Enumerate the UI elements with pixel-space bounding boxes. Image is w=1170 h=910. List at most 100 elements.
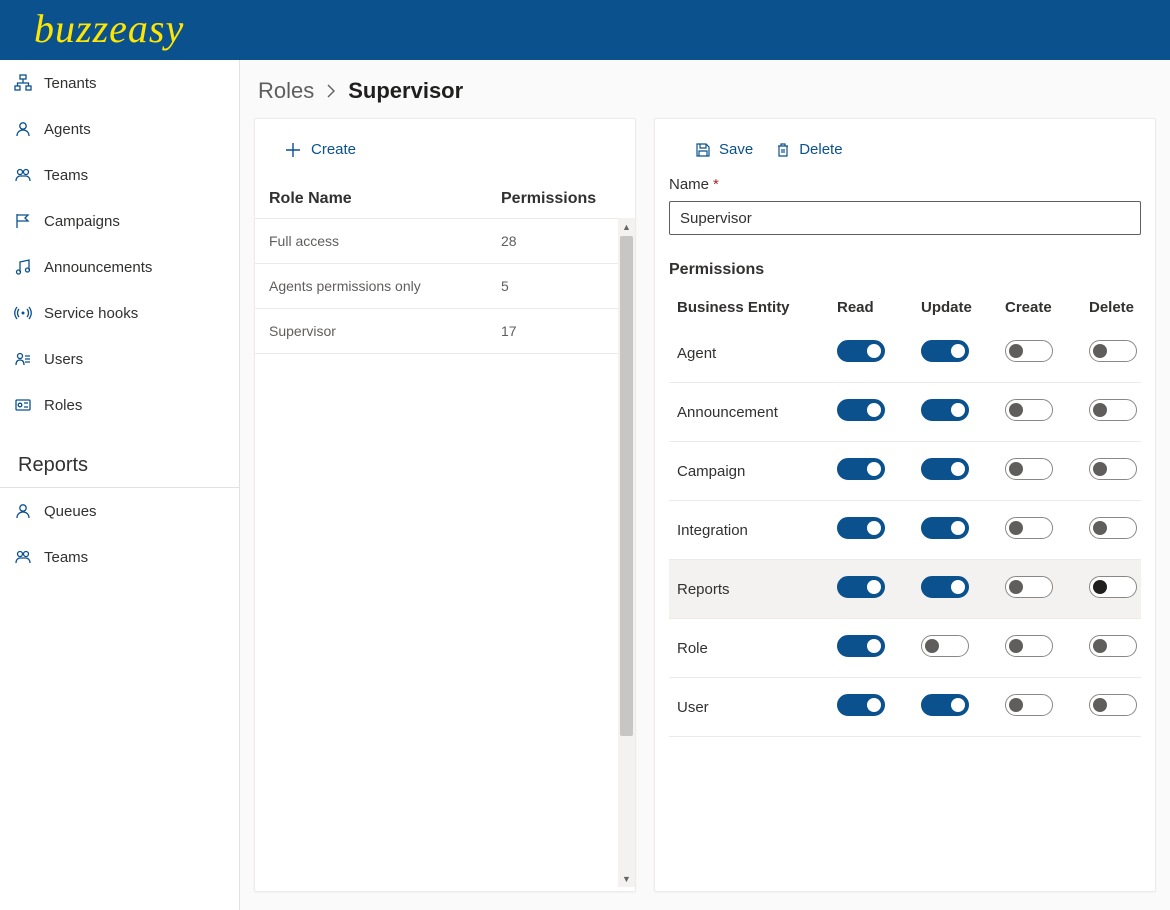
permission-toggle[interactable] [1005,458,1053,480]
nav-label: Agents [44,121,91,138]
team-icon [14,548,32,566]
required-asterisk: * [713,176,719,193]
permission-row: Agent [669,324,1141,383]
nav-label: Queues [44,503,97,520]
permissions-title: Permissions [669,261,1141,279]
roles-list-panel: Create Role Name Permissions Full access… [254,118,636,892]
sitemap-icon [14,74,32,92]
create-button[interactable]: Create [255,119,635,180]
permission-toggle[interactable] [1005,517,1053,539]
permission-toggle[interactable] [1089,635,1137,657]
brand-logo: buzzeasy [34,5,184,52]
sidebar-item-users[interactable]: Users [0,336,239,382]
sidebar-report-item-teams[interactable]: Teams [0,534,239,580]
create-label: Create [311,141,356,158]
nav-label: Campaigns [44,213,120,230]
chevron-right-icon [326,84,336,98]
role-name: Agents permissions only [269,278,501,294]
name-field-label: Name [669,176,709,193]
nav-label: Tenants [44,75,97,92]
breadcrumb-root[interactable]: Roles [258,78,314,104]
role-perm-count: 28 [501,233,621,249]
permission-toggle[interactable] [921,340,969,362]
column-create: Create [1005,299,1089,316]
scroll-thumb[interactable] [620,236,633,736]
column-delete: Delete [1089,299,1156,316]
nav-label: Service hooks [44,305,138,322]
save-icon [695,142,711,158]
sidebar-report-item-queues[interactable]: Queues [0,488,239,534]
broadcast-icon [14,304,32,322]
permission-toggle[interactable] [1005,694,1053,716]
permission-toggle[interactable] [837,399,885,421]
permission-toggle[interactable] [837,517,885,539]
permission-toggle[interactable] [837,576,885,598]
role-row[interactable]: Supervisor17 [255,308,635,354]
permission-toggle[interactable] [1089,458,1137,480]
column-read: Read [837,299,921,316]
permission-toggle[interactable] [921,694,969,716]
role-perm-count: 17 [501,323,621,339]
permission-toggle[interactable] [837,635,885,657]
sidebar-item-announcements[interactable]: Announcements [0,244,239,290]
permission-toggle[interactable] [921,635,969,657]
roles-scrollbar[interactable]: ▲ ▼ [618,218,635,887]
column-permissions: Permissions [501,190,621,208]
role-icon [14,396,32,414]
role-name: Full access [269,233,501,249]
top-bar: buzzeasy [0,0,1170,60]
role-row[interactable]: Full access28 [255,218,635,263]
column-update: Update [921,299,1005,316]
nav-label: Teams [44,167,88,184]
permission-toggle[interactable] [1089,517,1137,539]
permission-toggle[interactable] [1089,576,1137,598]
permission-toggle[interactable] [837,340,885,362]
breadcrumb-current: Supervisor [348,78,463,104]
save-button[interactable]: Save [695,141,753,158]
flag-icon [14,212,32,230]
permission-toggle[interactable] [921,576,969,598]
role-detail-panel: Save Delete Name * Permissi [654,118,1156,892]
permission-toggle[interactable] [1089,340,1137,362]
permission-toggle[interactable] [837,694,885,716]
sidebar-item-agents[interactable]: Agents [0,106,239,152]
permission-row: Campaign [669,442,1141,501]
permission-toggle[interactable] [1005,340,1053,362]
sidebar-item-teams[interactable]: Teams [0,152,239,198]
role-name: Supervisor [269,323,501,339]
permission-toggle[interactable] [1089,694,1137,716]
scroll-down-icon[interactable]: ▼ [618,870,635,887]
permission-toggle[interactable] [1005,576,1053,598]
entity-name: User [677,699,837,716]
sidebar: Tenants Agents Teams Campaigns Announcements… [0,60,240,910]
permission-row: User [669,678,1141,737]
entity-name: Role [677,640,837,657]
nav-label: Roles [44,397,82,414]
entity-name: Campaign [677,463,837,480]
entity-name: Agent [677,345,837,362]
sidebar-item-service-hooks[interactable]: Service hooks [0,290,239,336]
scroll-up-icon[interactable]: ▲ [618,218,635,235]
column-entity: Business Entity [677,299,837,316]
plus-icon [285,142,301,158]
save-label: Save [719,141,753,158]
nav-label: Teams [44,549,88,566]
permission-toggle[interactable] [1089,399,1137,421]
sidebar-item-campaigns[interactable]: Campaigns [0,198,239,244]
nav-label: Users [44,351,83,368]
music-icon [14,258,32,276]
permission-toggle[interactable] [837,458,885,480]
name-input[interactable] [669,201,1141,235]
sidebar-item-tenants[interactable]: Tenants [0,60,239,106]
breadcrumb: Roles Supervisor [254,78,1156,118]
permission-toggle[interactable] [921,517,969,539]
permission-toggle[interactable] [921,458,969,480]
role-row[interactable]: Agents permissions only5 [255,263,635,308]
delete-button[interactable]: Delete [775,141,842,158]
permission-toggle[interactable] [1005,399,1053,421]
entity-name: Reports [677,581,837,598]
main-area: Roles Supervisor Create Role Name Permi [240,60,1170,910]
sidebar-item-roles[interactable]: Roles [0,382,239,428]
permission-toggle[interactable] [1005,635,1053,657]
permission-toggle[interactable] [921,399,969,421]
